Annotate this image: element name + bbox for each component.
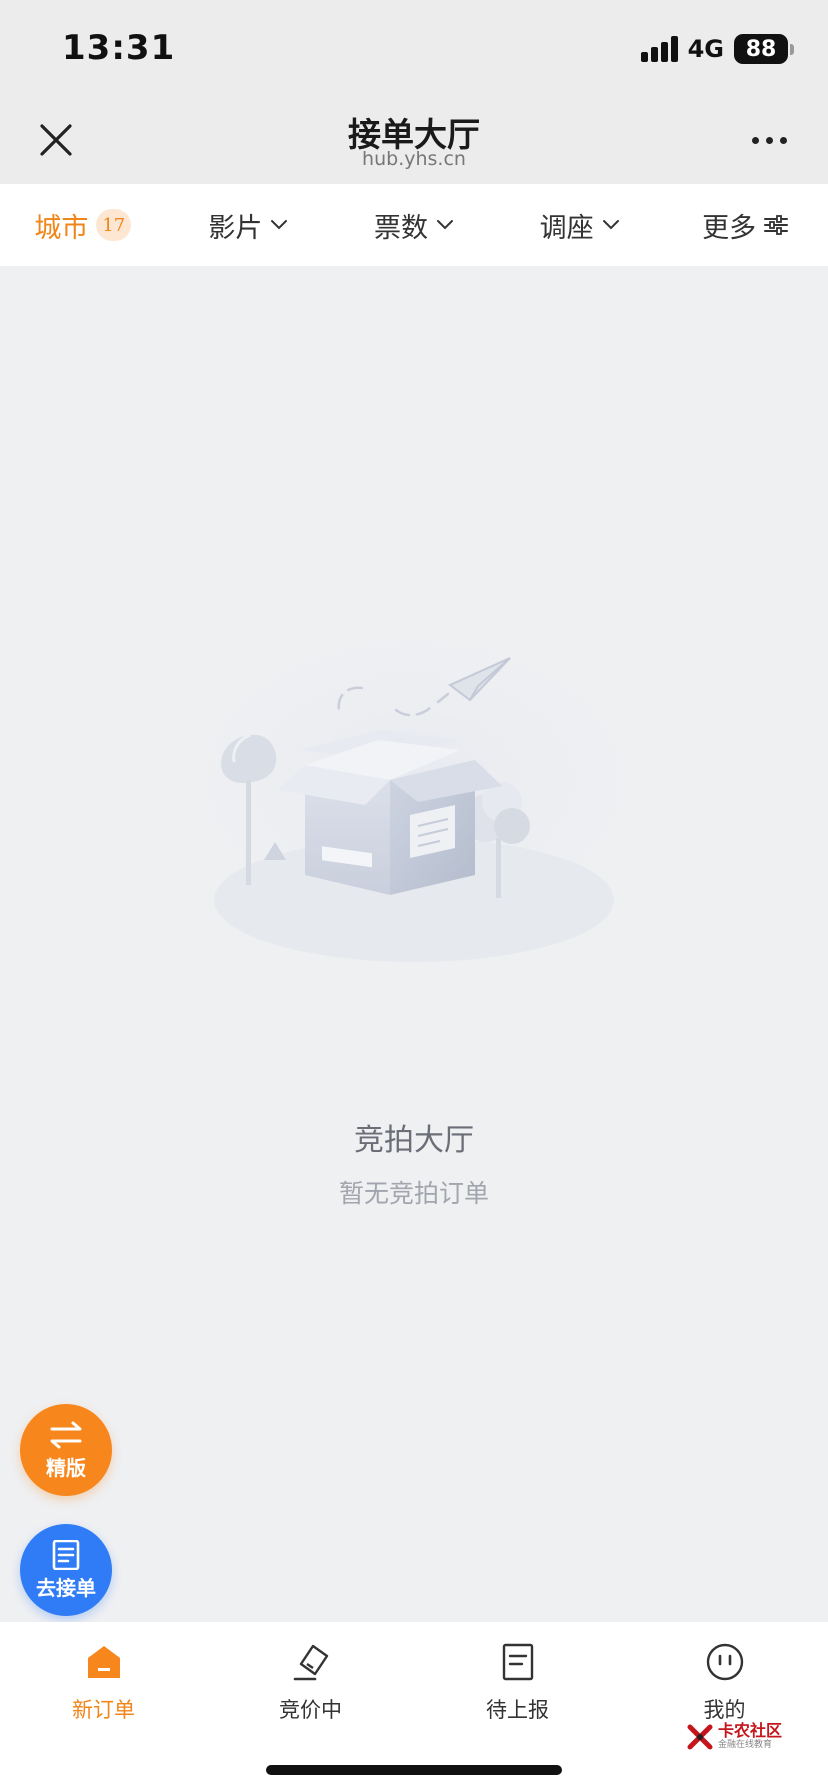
swap-arrows-icon: [50, 1421, 82, 1448]
tab-bidding-label: 竞价中: [279, 1698, 342, 1722]
tab-new-orders[interactable]: 新订单: [0, 1634, 207, 1734]
switch-pro-label: 精版: [46, 1455, 86, 1480]
document-icon: [52, 1539, 80, 1570]
tab-bidding[interactable]: 竞价中: [207, 1634, 414, 1734]
filter-city-label: 城市: [34, 212, 89, 244]
filter-more-label: 更多: [702, 212, 757, 244]
chevron-down-icon: [271, 220, 288, 230]
tab-mine[interactable]: 我的: [621, 1634, 828, 1734]
city-count-badge: 17: [96, 209, 132, 241]
chevron-down-icon: [602, 220, 619, 230]
signal-icon: [640, 36, 678, 62]
tab-mine-label: 我的: [703, 1698, 746, 1722]
empty-state-subtitle: 暂无竞拍订单: [338, 1179, 489, 1208]
take-order-button[interactable]: 去接单: [20, 1524, 112, 1616]
status-bar: 13:31 4G 88: [0, 0, 828, 96]
profile-icon: [706, 1643, 743, 1681]
filter-more[interactable]: 更多: [662, 206, 828, 245]
filter-tickets[interactable]: 票数: [331, 206, 497, 245]
page-url: hub.yhs.cn: [362, 148, 466, 170]
status-time: 13:31: [62, 28, 176, 68]
filter-seat-change[interactable]: 调座: [497, 206, 663, 245]
filter-bar: 城市 17 影片 票数 调座 更多: [0, 184, 828, 266]
filter-movie[interactable]: 影片: [166, 206, 332, 245]
filter-tickets-label: 票数: [373, 212, 428, 244]
status-indicators: 4G 88: [640, 32, 794, 66]
nav-bar: 接单大厅 hub.yhs.cn: [0, 96, 828, 184]
filter-movie-label: 影片: [208, 212, 263, 244]
home-icon: [87, 1646, 120, 1678]
tab-new-orders-label: 新订单: [72, 1698, 135, 1722]
take-order-label: 去接单: [36, 1575, 96, 1600]
switch-pro-button[interactable]: 精版: [20, 1404, 112, 1496]
battery-level: 88: [734, 34, 788, 64]
watermark: 卡农社区 金融在线教育: [686, 1722, 782, 1751]
tab-pending-report-label: 待上报: [486, 1698, 549, 1722]
watermark-title: 卡农社区: [718, 1721, 783, 1740]
gavel-icon: [293, 1644, 328, 1681]
report-icon: [502, 1643, 533, 1681]
tab-pending-report[interactable]: 待上报: [414, 1634, 621, 1734]
battery-icon: 88: [734, 34, 794, 64]
page: 13:31 4G 88 接单大厅 hub.yhs.cn 城市 17 影片 票数 …: [0, 0, 828, 1792]
empty-box-illustration: [114, 590, 714, 980]
watermark-logo-icon: [687, 1724, 713, 1749]
home-indicator: [266, 1765, 562, 1775]
filter-seat-change-label: 调座: [539, 212, 594, 244]
filter-city[interactable]: 城市 17: [0, 206, 166, 245]
empty-state-title: 竞拍大厅: [354, 1123, 474, 1158]
watermark-subtitle: 金融在线教育: [718, 1740, 773, 1750]
chevron-down-icon: [436, 220, 453, 230]
network-label: 4G: [687, 35, 724, 63]
sliders-icon: [764, 215, 789, 235]
more-icon[interactable]: [752, 132, 792, 148]
